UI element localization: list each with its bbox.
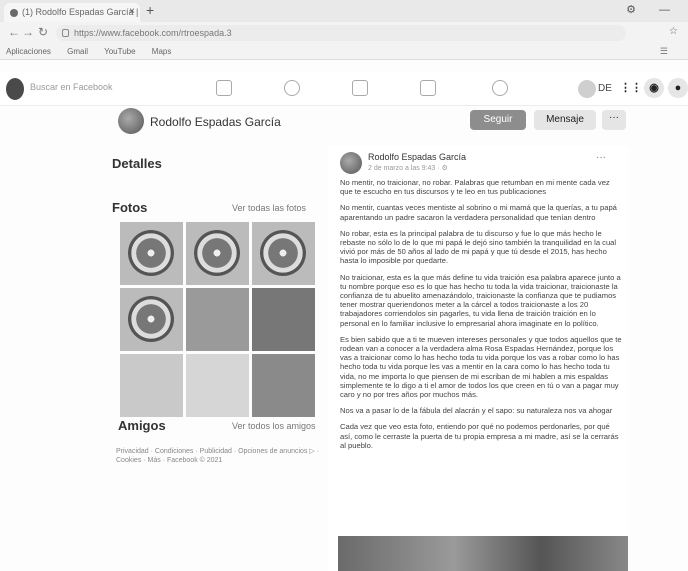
facebook-search-input[interactable]: Buscar en Facebook [30,82,113,92]
post-paragraph: Es bien sabido que a ti te mueven intere… [340,334,622,400]
post-timestamp[interactable]: 2 de marzo a las 9:43 · ⚙ [368,164,448,172]
friends-icon[interactable] [284,80,300,96]
bookmark-gmail[interactable]: Gmail [67,47,88,56]
post-image[interactable] [338,536,628,571]
facebook-logo-icon[interactable] [6,78,24,100]
reading-list-icon[interactable]: ☰ [660,46,668,57]
bookmark-maps[interactable]: Maps [152,47,172,56]
photo-thumbnail[interactable] [120,222,183,285]
lock-icon [62,29,69,37]
post-paragraph: No traicionar, esta es la que más define… [340,272,621,328]
post-paragraph: No mentir, cuantas veces mentiste al sob… [340,203,617,222]
photo-thumbnail[interactable] [186,288,249,351]
photo-thumbnail[interactable] [186,222,249,285]
menu-grid-icon[interactable]: ⋮⋮⋮ [620,78,653,98]
forward-icon[interactable]: → [22,25,34,39]
profile-header: Rodolfo Espadas García Seguir Mensaje ··… [118,106,628,142]
reload-icon[interactable]: ↻ [38,25,48,39]
bookmarks-bar: Aplicaciones Gmail YouTube Maps ☰ [0,44,688,60]
photo-thumbnail[interactable] [120,288,183,351]
avatar[interactable] [578,80,596,98]
see-all-photos-link[interactable]: Ver todas las fotos [232,203,306,213]
post-more-button[interactable]: ··· [596,152,606,163]
photo-thumbnail[interactable] [252,288,315,351]
browser-tab[interactable]: (1) Rodolfo Espadas García | Faceb × [4,3,140,22]
user-short-name[interactable]: DE [598,83,612,94]
bookmark-star-icon[interactable]: ☆ [669,26,678,37]
messenger-icon[interactable]: ◉ [644,78,664,98]
photo-thumbnail[interactable] [186,354,249,417]
post-text: No mentir, no traicionar, no robar. Pala… [340,178,622,457]
url-field[interactable]: https://www.facebook.com/rtroespada.3 [56,25,626,41]
marketplace-icon[interactable] [420,80,436,96]
profile-name[interactable]: Rodolfo Espadas García [150,115,281,129]
post-paragraph: No robar, esta es la principal palabra d… [340,228,617,266]
photo-thumbnail[interactable] [120,354,183,417]
bookmark-apps[interactable]: Aplicaciones [6,47,51,56]
post-card: Rodolfo Espadas García 2 de marzo a las … [328,146,628,571]
friends-title[interactable]: Amigos [118,418,166,433]
photo-thumbnail[interactable] [252,222,315,285]
groups-icon[interactable] [492,80,508,96]
tab-title: (1) Rodolfo Espadas García | Faceb [22,7,140,17]
browser-tab-bar: (1) Rodolfo Espadas García | Faceb × + ⚙… [0,0,688,22]
see-all-friends-link[interactable]: Ver todos los amigos [232,421,316,431]
photos-title[interactable]: Fotos [112,200,147,215]
footer-links[interactable]: Privacidad · Condiciones · Publicidad · … [116,447,321,465]
post-paragraph: Cada vez que veo esta foto, entiendo por… [340,422,619,450]
bookmark-youtube[interactable]: YouTube [104,47,135,56]
watch-icon[interactable] [352,80,368,96]
post-paragraph: No mentir, no traicionar, no robar. Pala… [340,178,610,197]
facebook-favicon-icon [10,9,18,17]
address-bar-row: ← → ↻ https://www.facebook.com/rtroespad… [0,22,688,44]
photo-grid [120,222,316,417]
home-icon[interactable] [216,80,232,96]
profile-avatar[interactable] [118,108,144,134]
window-controls[interactable]: ⚙ — [626,3,680,16]
notifications-icon[interactable]: ● [668,78,688,98]
more-options-button[interactable]: ··· [602,110,626,130]
photo-thumbnail[interactable] [252,354,315,417]
message-button[interactable]: Mensaje [534,110,596,130]
follow-button[interactable]: Seguir [470,110,526,130]
url-text: https://www.facebook.com/rtroespada.3 [74,28,232,38]
details-title: Detalles [112,156,162,171]
tab-close-button[interactable]: × [129,6,135,17]
post-author-name[interactable]: Rodolfo Espadas García [368,152,466,162]
post-author-avatar[interactable] [340,152,362,174]
post-paragraph: Nos va a pasar lo de la fábula del alacr… [340,406,613,416]
back-icon[interactable]: ← [8,25,20,39]
new-tab-button[interactable]: + [146,2,154,18]
facebook-top-nav: Buscar en Facebook DE ⋮⋮⋮ ◉ ● [0,72,688,106]
